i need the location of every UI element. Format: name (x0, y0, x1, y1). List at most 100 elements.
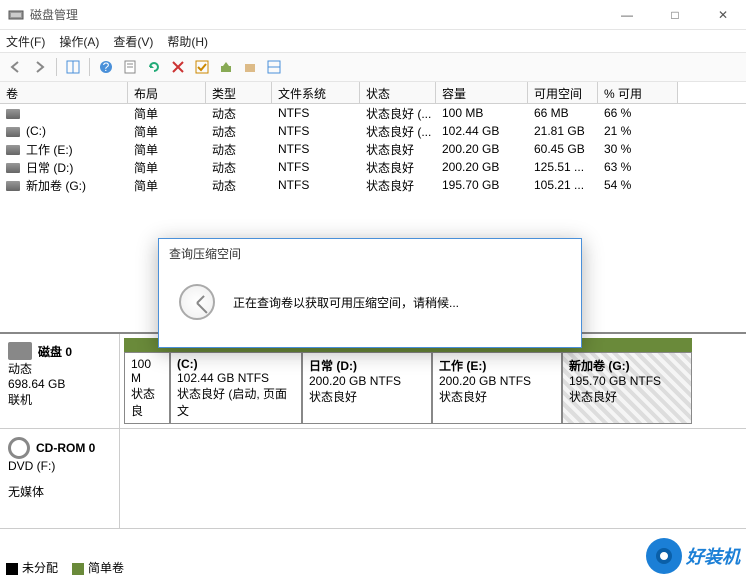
dialog-title: 查询压缩空间 (159, 239, 581, 268)
partition-size: 200.20 GB NTFS (439, 374, 555, 388)
cell: 新加卷 (G:) (0, 176, 128, 195)
column-header[interactable]: 状态 (360, 82, 436, 103)
volume-icon (6, 163, 20, 173)
column-header[interactable]: 布局 (128, 82, 206, 103)
cell: 66 % (598, 105, 678, 121)
cell: 日常 (D:) (0, 158, 128, 177)
partition[interactable]: 日常 (D:)200.20 GB NTFS状态良好 (302, 338, 432, 424)
title-bar: 磁盘管理 — □ ✕ (0, 0, 746, 30)
disk-0-title: 磁盘 0 (38, 343, 72, 360)
minimize-button[interactable]: — (612, 8, 642, 22)
cell: 125.51 ... (528, 159, 598, 175)
dialog-message: 正在查询卷以获取可用压缩空间，请稍候... (233, 294, 459, 311)
cell: 21 % (598, 123, 678, 139)
partition-status: 状态良 (131, 385, 163, 419)
cell: 状态良好 (360, 158, 436, 177)
column-header[interactable]: % 可用 (598, 82, 678, 103)
action2-icon[interactable] (240, 57, 260, 77)
column-header[interactable]: 容量 (436, 82, 528, 103)
window-title: 磁盘管理 (30, 6, 612, 23)
partition[interactable]: (C:)102.44 GB NTFS状态良好 (启动, 页面文 (170, 338, 302, 424)
partition-status: 状态良好 (439, 388, 555, 405)
cell: 简单 (128, 176, 206, 195)
column-header[interactable]: 文件系统 (272, 82, 360, 103)
forward-button[interactable] (30, 57, 50, 77)
query-shrink-dialog: 查询压缩空间 正在查询卷以获取可用压缩空间，请稍候... (158, 238, 582, 348)
table-row[interactable]: 日常 (D:)简单动态NTFS状态良好200.20 GB125.51 ...63… (0, 158, 746, 176)
menu-help[interactable]: 帮助(H) (167, 33, 208, 50)
cell: 状态良好 (... (360, 122, 436, 141)
action1-icon[interactable] (216, 57, 236, 77)
layout-icon[interactable] (264, 57, 284, 77)
cell: 动态 (206, 176, 272, 195)
cell: 简单 (128, 122, 206, 141)
partition-size: 200.20 GB NTFS (309, 374, 425, 388)
cell: 200.20 GB (436, 159, 528, 175)
legend-simple: 简单卷 (88, 561, 124, 575)
cell: 动态 (206, 104, 272, 123)
cell: NTFS (272, 141, 360, 157)
cell: 工作 (E:) (0, 140, 128, 159)
check-icon[interactable] (192, 57, 212, 77)
disk-map: 磁盘 0 动态 698.64 GB 联机 100 M状态良(C:)102.44 … (0, 332, 746, 529)
panel-icon[interactable] (63, 57, 83, 77)
cell: 动态 (206, 140, 272, 159)
maximize-button[interactable]: □ (660, 8, 690, 22)
menu-file[interactable]: 文件(F) (6, 33, 45, 50)
close-button[interactable]: ✕ (708, 8, 738, 22)
cell: 66 MB (528, 105, 598, 121)
watermark: 好装机 (646, 538, 740, 574)
cell: NTFS (272, 105, 360, 121)
watermark-logo-icon (646, 538, 682, 574)
help-icon[interactable]: ? (96, 57, 116, 77)
toolbar: ? (0, 52, 746, 82)
disk-0-type: 动态 (8, 360, 111, 377)
column-header[interactable]: 可用空间 (528, 82, 598, 103)
cell: NTFS (272, 123, 360, 139)
cell: NTFS (272, 177, 360, 193)
cell: 60.45 GB (528, 141, 598, 157)
column-header[interactable]: 卷 (0, 82, 128, 103)
cell: 100 MB (436, 105, 528, 121)
cell: 21.81 GB (528, 123, 598, 139)
table-row[interactable]: 工作 (E:)简单动态NTFS状态良好200.20 GB60.45 GB30 % (0, 140, 746, 158)
cell: 195.70 GB (436, 177, 528, 193)
legend-swatch-unalloc (6, 563, 18, 575)
partition-status: 状态良好 (309, 388, 425, 405)
table-row[interactable]: 新加卷 (G:)简单动态NTFS状态良好195.70 GB105.21 ...5… (0, 176, 746, 194)
clock-icon (179, 284, 215, 320)
cell (0, 105, 128, 121)
volume-icon (6, 181, 20, 191)
partition-size: 195.70 GB NTFS (569, 374, 685, 388)
disk-0-size: 698.64 GB (8, 377, 111, 391)
cell: 54 % (598, 177, 678, 193)
partition-size: 100 M (131, 357, 163, 385)
volume-icon (6, 127, 20, 137)
partition[interactable]: 100 M状态良 (124, 338, 170, 424)
partition-name: 日常 (D:) (309, 357, 425, 374)
cdrom-icon (8, 437, 30, 459)
legend-unalloc: 未分配 (22, 561, 58, 575)
app-icon (8, 7, 24, 23)
partition[interactable]: 工作 (E:)200.20 GB NTFS状态良好 (432, 338, 562, 424)
cell: 状态良好 (360, 176, 436, 195)
cell: 简单 (128, 158, 206, 177)
volume-icon (6, 145, 20, 155)
cell: 30 % (598, 141, 678, 157)
cell: 105.21 ... (528, 177, 598, 193)
properties-icon[interactable] (120, 57, 140, 77)
table-row[interactable]: 简单动态NTFS状态良好 (...100 MB66 MB66 % (0, 104, 746, 122)
cell: 状态良好 (360, 140, 436, 159)
cell: 简单 (128, 104, 206, 123)
column-header[interactable]: 类型 (206, 82, 272, 103)
partition-name: (C:) (177, 357, 295, 371)
partition[interactable]: 新加卷 (G:)195.70 GB NTFS状态良好 (562, 338, 692, 424)
menu-action[interactable]: 操作(A) (59, 33, 99, 50)
watermark-text: 好装机 (686, 543, 740, 569)
back-button[interactable] (6, 57, 26, 77)
delete-icon[interactable] (168, 57, 188, 77)
table-row[interactable]: (C:)简单动态NTFS状态良好 (...102.44 GB21.81 GB21… (0, 122, 746, 140)
menu-view[interactable]: 查看(V) (113, 33, 153, 50)
refresh-icon[interactable] (144, 57, 164, 77)
cell: 动态 (206, 158, 272, 177)
